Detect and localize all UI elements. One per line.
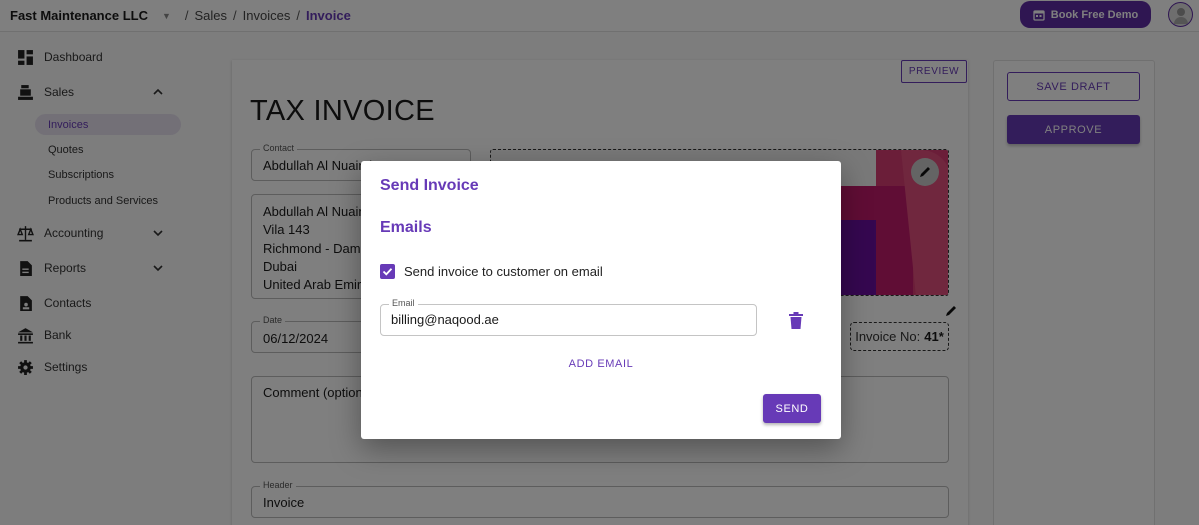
- email-label: Email: [389, 298, 418, 308]
- send-invoice-dialog: Send Invoice Emails Send invoice to cust…: [361, 161, 841, 439]
- emails-section-title: Emails: [380, 219, 432, 236]
- email-input[interactable]: [391, 312, 741, 327]
- dialog-title: Send Invoice: [380, 177, 479, 194]
- email-field[interactable]: Email: [380, 298, 757, 336]
- delete-email-icon[interactable]: [789, 312, 803, 329]
- send-email-checkbox-label: Send invoice to customer on email: [404, 264, 603, 279]
- send-email-checkbox-row[interactable]: Send invoice to customer on email: [380, 264, 603, 279]
- checkmark-icon: [382, 268, 393, 276]
- send-button[interactable]: SEND: [763, 394, 821, 423]
- send-email-checkbox[interactable]: [380, 264, 395, 279]
- add-email-button[interactable]: ADD EMAIL: [551, 358, 651, 370]
